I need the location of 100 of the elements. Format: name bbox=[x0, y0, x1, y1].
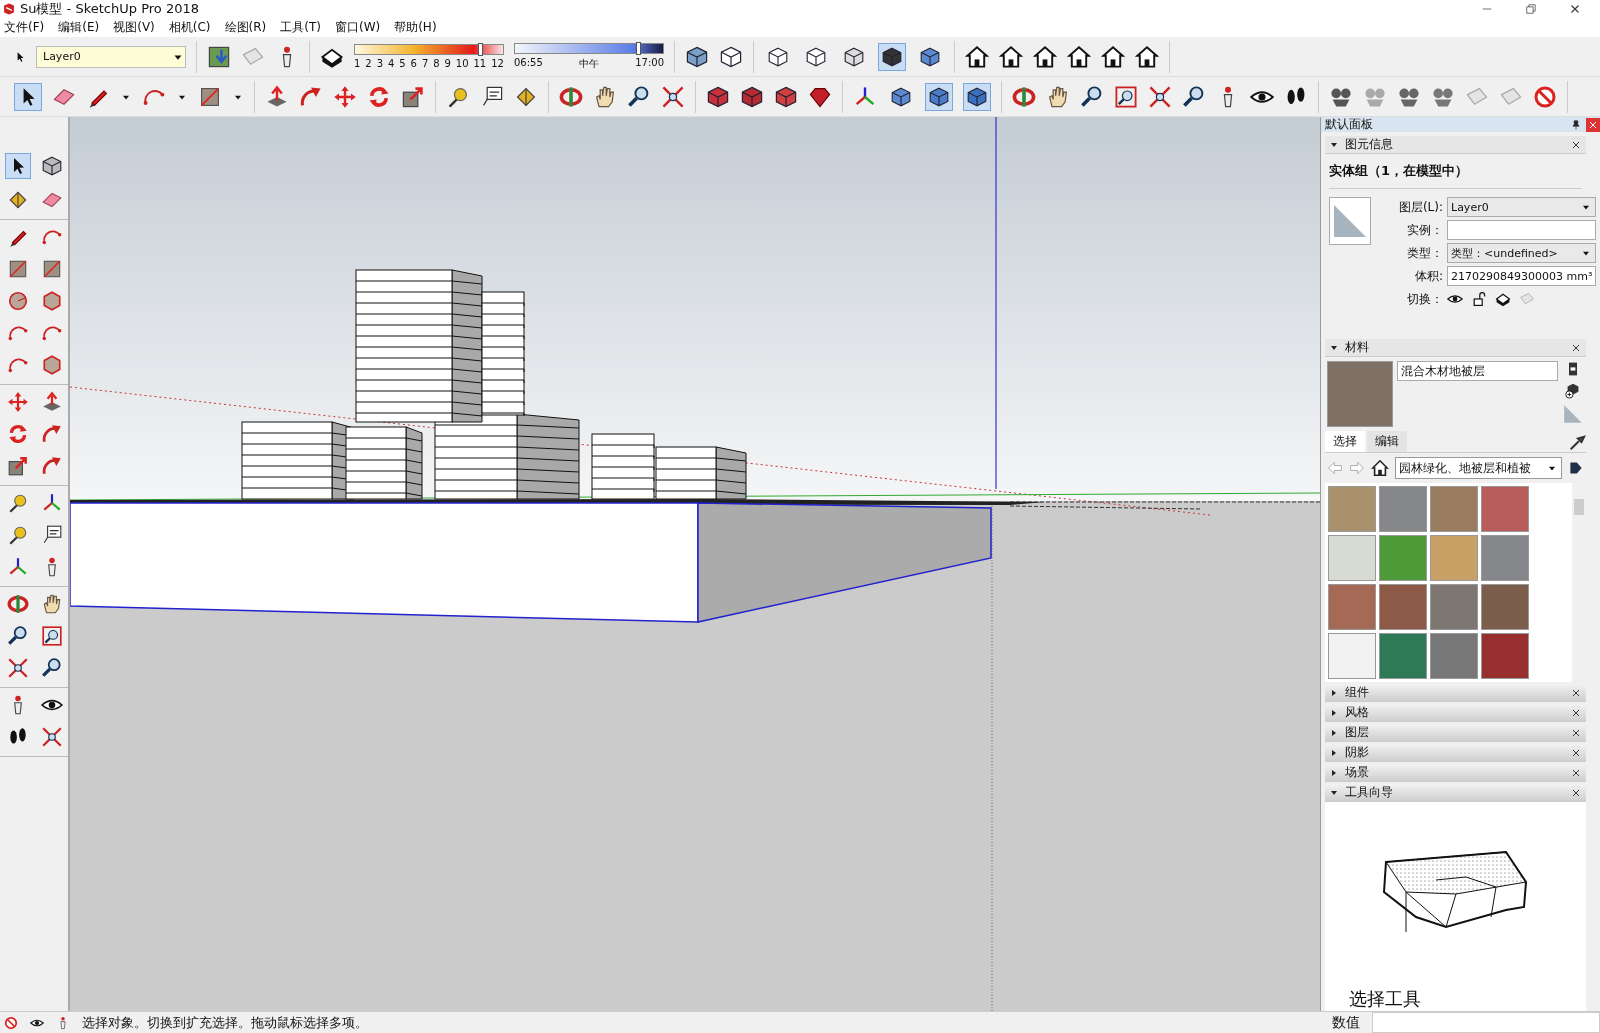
material-swatch[interactable] bbox=[1379, 486, 1427, 532]
zoom-extents-icon[interactable] bbox=[1148, 84, 1172, 109]
material-swatch[interactable] bbox=[1328, 535, 1376, 581]
section-header[interactable]: 风格 bbox=[1325, 704, 1586, 722]
section-header[interactable]: 工具向导 bbox=[1325, 784, 1586, 802]
push-pull-icon[interactable] bbox=[265, 84, 289, 109]
tab[interactable]: 编辑 bbox=[1367, 431, 1407, 452]
material-swatch[interactable] bbox=[1481, 486, 1529, 532]
house-icon[interactable] bbox=[999, 44, 1023, 69]
zoom-icon[interactable] bbox=[627, 84, 651, 109]
scale-icon[interactable] bbox=[401, 84, 425, 109]
rotate-icon[interactable] bbox=[7, 423, 29, 445]
measurements-field[interactable] bbox=[1372, 1012, 1600, 1033]
shaded-cube-icon[interactable] bbox=[685, 44, 709, 69]
text-label-icon[interactable] bbox=[41, 524, 63, 546]
house-icon[interactable] bbox=[1033, 44, 1057, 69]
menu-item[interactable]: 文件(F) bbox=[4, 19, 45, 36]
orbit-icon[interactable] bbox=[559, 84, 583, 109]
menu-item[interactable]: 工具(T) bbox=[280, 19, 321, 36]
menu-item[interactable]: 绘图(R) bbox=[224, 19, 267, 36]
section-header[interactable]: 图元信息 bbox=[1325, 136, 1586, 154]
zoom-window-icon[interactable] bbox=[1114, 84, 1138, 109]
material-swatch[interactable] bbox=[1430, 535, 1478, 581]
zoom-previous-icon[interactable] bbox=[1182, 84, 1206, 109]
material-swatch[interactable] bbox=[1379, 633, 1427, 679]
details-icon[interactable] bbox=[1568, 460, 1584, 476]
dropdown-field[interactable]: Layer0 bbox=[1447, 197, 1597, 217]
scale-icon[interactable] bbox=[7, 455, 29, 477]
circle-icon[interactable] bbox=[7, 290, 29, 312]
material-swatch[interactable] bbox=[1481, 584, 1529, 630]
rectangle-icon[interactable] bbox=[7, 258, 29, 280]
no-entry-icon[interactable] bbox=[1533, 84, 1557, 109]
menu-item[interactable]: 帮助(H) bbox=[394, 19, 437, 36]
panel-close-button[interactable] bbox=[1586, 117, 1600, 132]
paint-bucket-icon[interactable] bbox=[7, 189, 29, 211]
eyedropper-icon[interactable] bbox=[1568, 434, 1586, 452]
menu-item[interactable]: 窗口(W) bbox=[334, 19, 381, 36]
material-swatch[interactable] bbox=[1430, 486, 1478, 532]
lock-icon[interactable] bbox=[1471, 291, 1487, 307]
zoom-extents-icon[interactable] bbox=[661, 84, 685, 109]
material-swatch[interactable] bbox=[1379, 535, 1427, 581]
tab[interactable]: 选择 bbox=[1325, 431, 1365, 452]
material-name-field[interactable]: 混合木材地被层 bbox=[1397, 361, 1558, 381]
orbit-icon[interactable] bbox=[1012, 84, 1036, 109]
menu-item[interactable]: 相机(C) bbox=[168, 19, 211, 36]
map-import-icon[interactable] bbox=[207, 44, 231, 69]
material-swatch[interactable] bbox=[1379, 584, 1427, 630]
pan-hand-icon[interactable] bbox=[593, 84, 617, 109]
extension-cube-icon[interactable] bbox=[774, 84, 798, 109]
layer-dropdown[interactable]: Layer0 bbox=[36, 45, 186, 68]
material-swatch[interactable] bbox=[1481, 535, 1529, 581]
menu-item[interactable]: 视图(V) bbox=[113, 19, 155, 36]
section-header[interactable]: 材料 bbox=[1325, 339, 1586, 357]
rotated-rectangle-icon[interactable] bbox=[41, 258, 63, 280]
material-swatch[interactable] bbox=[1481, 633, 1529, 679]
zoom-previous-icon[interactable] bbox=[41, 657, 63, 679]
follow-me-icon[interactable] bbox=[299, 84, 323, 109]
time-slider[interactable] bbox=[514, 42, 664, 54]
house-icon[interactable] bbox=[1135, 44, 1159, 69]
section-header[interactable]: 场景 bbox=[1325, 764, 1586, 782]
section-cube-icon[interactable] bbox=[706, 84, 730, 109]
follow-me-icon[interactable] bbox=[41, 423, 63, 445]
move-icon[interactable] bbox=[7, 391, 29, 413]
polygon-icon[interactable] bbox=[41, 290, 63, 312]
house-icon[interactable] bbox=[1101, 44, 1125, 69]
face-style-button[interactable] bbox=[878, 42, 906, 71]
menu-item[interactable]: 编辑(E) bbox=[58, 19, 100, 36]
zoom-extents-icon[interactable] bbox=[7, 657, 29, 679]
view-toggle-button[interactable] bbox=[963, 82, 991, 111]
pan-hand-icon[interactable] bbox=[41, 593, 63, 615]
rotate-icon[interactable] bbox=[367, 84, 391, 109]
slider-thumb[interactable] bbox=[477, 43, 483, 56]
material-swatch[interactable] bbox=[1430, 633, 1478, 679]
zoom-icon[interactable] bbox=[7, 625, 29, 647]
zoom-window-icon[interactable] bbox=[41, 625, 63, 647]
material-swatch[interactable] bbox=[1328, 486, 1376, 532]
receive-shadow-icon[interactable] bbox=[1495, 291, 1511, 307]
section-header[interactable]: 组件 bbox=[1325, 684, 1586, 702]
outline-cube-icon[interactable] bbox=[719, 44, 743, 69]
material-swatch[interactable] bbox=[1430, 584, 1478, 630]
orbit-icon[interactable] bbox=[7, 593, 29, 615]
push-pull-icon[interactable] bbox=[41, 391, 63, 413]
home-icon[interactable] bbox=[1371, 459, 1389, 477]
dropdown-field[interactable]: 类型：<undefined> bbox=[1447, 243, 1597, 263]
library-dropdown[interactable]: 园林绿化、地被层和植被 bbox=[1395, 457, 1562, 479]
zoom-icon[interactable] bbox=[1080, 84, 1104, 109]
select-tool-button[interactable] bbox=[14, 82, 42, 111]
move-icon[interactable] bbox=[333, 84, 357, 109]
month-slider[interactable] bbox=[354, 44, 504, 55]
input-field[interactable]: 2170290849300003 mm³ bbox=[1447, 266, 1597, 286]
section-header[interactable]: 图层 bbox=[1325, 724, 1586, 742]
input-field[interactable] bbox=[1447, 220, 1597, 240]
material-swatch[interactable] bbox=[1328, 584, 1376, 630]
section-header[interactable]: 阴影 bbox=[1325, 744, 1586, 762]
select-tool-button[interactable] bbox=[5, 153, 31, 179]
material-swatch[interactable] bbox=[1328, 633, 1376, 679]
warehouse-cube-icon[interactable] bbox=[740, 84, 764, 109]
house-icon[interactable] bbox=[965, 44, 989, 69]
component-cube-icon[interactable] bbox=[41, 155, 63, 177]
tape-measure-icon[interactable] bbox=[7, 492, 29, 514]
